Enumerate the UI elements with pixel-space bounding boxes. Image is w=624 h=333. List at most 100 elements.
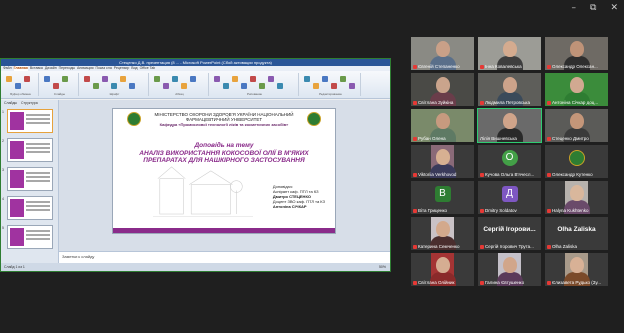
thumbnail-tab[interactable]: Структура [21, 100, 38, 106]
mic-muted-icon [480, 208, 484, 213]
ribbon-command-icon[interactable] [120, 76, 126, 82]
thumbnail-text-lines [26, 172, 50, 174]
avatar: Д [501, 186, 518, 202]
person-face [435, 221, 450, 237]
slide-presenters-block: Доповідач: Аспірант каф. ПТЛ та КЗ Дмитро … [273, 184, 325, 209]
ribbon-command-icon[interactable] [322, 76, 328, 82]
participant-tile[interactable]: Антоніна Січкар доц... [545, 73, 608, 106]
ribbon-command-icon[interactable] [268, 76, 274, 82]
participant-tile[interactable]: В Віта Гриценко [411, 181, 474, 214]
mic-muted-icon [413, 64, 417, 69]
participant-display-name: Сергій Ігорови... [483, 226, 536, 233]
ribbon-command-icon[interactable] [53, 83, 59, 89]
participant-tile[interactable]: Олександр Олексан... [545, 37, 608, 70]
participant-tile[interactable]: Рубан Олена [411, 109, 474, 142]
thumbnail-text-lines [26, 230, 50, 232]
slide-thumbnail[interactable] [7, 138, 53, 162]
participant-tile[interactable]: Єлизавета Рудько (Зу... [545, 253, 608, 286]
participant-tile[interactable]: Інна Ковалевська [478, 37, 541, 70]
ribbon-command-icon[interactable] [250, 76, 256, 82]
ribbon-command-icon[interactable] [172, 76, 178, 82]
participant-name-text: Антоніна Січкар доц... [552, 100, 599, 105]
slide-thumbnail[interactable] [7, 225, 53, 249]
ribbon-command-icon[interactable] [241, 83, 247, 89]
maximize-icon[interactable]: ⧉ [590, 3, 596, 13]
ribbon-command-icon[interactable] [6, 76, 12, 82]
ribbon-command-icon[interactable] [277, 83, 283, 89]
ribbon-command-icon[interactable] [223, 83, 229, 89]
thumbnail-number: 5 [2, 226, 4, 230]
participant-tile[interactable]: Світлана Зуйкіна [411, 73, 474, 106]
ribbon-command-icon[interactable] [24, 76, 30, 82]
ribbon-group: Абзац [151, 73, 209, 96]
thumbnail-tab[interactable]: Слайды [4, 100, 17, 106]
close-icon[interactable]: ✕ [610, 3, 618, 13]
thumbnail-number: 4 [2, 197, 4, 201]
thumbnail-band [10, 228, 24, 246]
ribbon-group: Буфер обмена [3, 73, 39, 96]
participant-tile[interactable]: Д Dmitry Soldatov [478, 181, 541, 214]
ribbon-command-icon[interactable] [340, 76, 346, 82]
ribbon-command-icon[interactable] [232, 76, 238, 82]
person-face [435, 113, 450, 129]
mic-muted-icon [413, 244, 417, 249]
participant-name: Лілія Вишневська [480, 136, 540, 141]
thumbnail-band [10, 199, 24, 217]
participant-tile[interactable]: Olha Zaliska Olha Zaliska [545, 217, 608, 250]
ribbon-command-icon[interactable] [102, 76, 108, 82]
person-face [435, 77, 450, 93]
ribbon-command-icon[interactable] [304, 76, 310, 82]
ribbon-command-icon[interactable] [44, 76, 50, 82]
ribbon-command-icon[interactable] [349, 83, 355, 89]
ribbon-command-icon[interactable] [129, 83, 135, 89]
participant-name: Viktoriia Verkhovod [413, 172, 473, 177]
ribbon-command-icon[interactable] [84, 76, 90, 82]
participant-tile[interactable]: Halyna Kukhtenko [545, 181, 608, 214]
zoom-level[interactable]: 50% [379, 263, 386, 271]
ribbon-group-label: Редактирование [319, 92, 342, 96]
minimize-icon[interactable]: – [572, 3, 577, 13]
participant-tile[interactable]: Світлана Олійник [411, 253, 474, 286]
mic-muted-icon [413, 136, 417, 141]
ribbon-command-icon[interactable] [62, 76, 68, 82]
ribbon-command-icon[interactable] [111, 83, 117, 89]
university-logo-icon [127, 112, 141, 126]
ribbon-command-icon[interactable] [154, 76, 160, 82]
ribbon-command-icon[interactable] [190, 76, 196, 82]
participant-tile[interactable]: Viktoriia Verkhovod [411, 145, 474, 178]
participant-tile[interactable]: Галина Євтушенко [478, 253, 541, 286]
ribbon-command-icon[interactable] [93, 83, 99, 89]
participant-tile[interactable]: Людмила Петровська [478, 73, 541, 106]
slide-footer-band [113, 228, 335, 233]
participant-name-text: Сергій Ігорович Трута... [485, 244, 534, 249]
pharmacy-sketch-image [153, 166, 253, 217]
ribbon-group-label: Буфер обмена [10, 92, 31, 96]
participant-tile[interactable]: Сергій Ігорови... Сергій Ігорович Трута..… [478, 217, 541, 250]
participant-tile[interactable]: Лілія Вишневська [477, 108, 542, 143]
participant-name-text: Людмила Петровська [485, 100, 530, 105]
ribbon-command-icon[interactable] [331, 83, 337, 89]
slide-thumbnail[interactable] [7, 167, 53, 191]
slide-thumbnail[interactable] [7, 196, 53, 220]
participant-tile[interactable]: Стеценко Дмитро [545, 109, 608, 142]
ribbon-command-icon[interactable] [181, 83, 187, 89]
ribbon-command-icon[interactable] [259, 83, 265, 89]
participant-tile[interactable]: Євгеній Степаненко [411, 37, 474, 70]
ribbon-command-icon[interactable] [15, 83, 21, 89]
participant-name-text: Стеценко Дмитро [552, 136, 589, 141]
mic-muted-icon [547, 136, 551, 141]
powerpoint-title-bar: Стеценко Д.В. презентация (8 ... - Micro… [1, 59, 390, 66]
participant-tile[interactable]: О Кучова Ольга В'ячесл... [478, 145, 541, 178]
ribbon-command-icon[interactable] [214, 76, 220, 82]
person-face [569, 77, 584, 93]
ribbon-command-icon[interactable] [313, 83, 319, 89]
avatar: О [501, 150, 518, 166]
ribbon-command-icon[interactable] [163, 83, 169, 89]
university-logo-icon [568, 150, 585, 166]
slide-editor: МІНІСТЕРСТВО ОХОРОНИ ЗДОРОВ'Я УКРАЇНИ НА… [59, 100, 390, 263]
participant-tile[interactable]: Катерина Семченко [411, 217, 474, 250]
slide-thumbnail[interactable] [7, 109, 53, 133]
person-face [569, 113, 584, 129]
participant-tile[interactable]: Олександр Кутенко [545, 145, 608, 178]
slide-notes-field[interactable]: Заметки к слайду [59, 251, 390, 263]
